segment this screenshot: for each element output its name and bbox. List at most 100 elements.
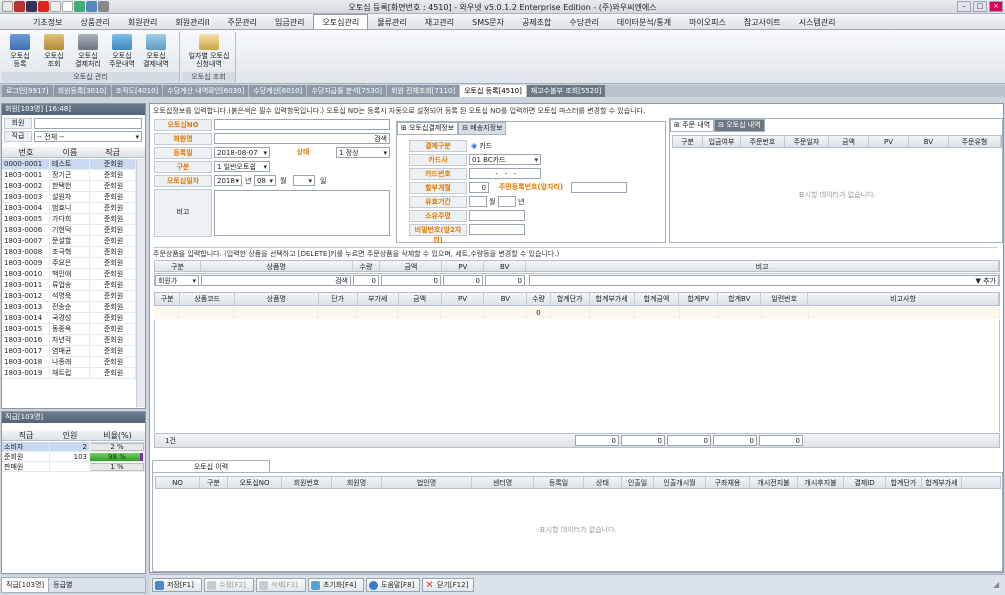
owner-input[interactable] — [469, 210, 525, 221]
history-col-header[interactable]: 개시후지불 — [798, 477, 844, 488]
history-col-header[interactable]: 인출개시월 — [654, 477, 706, 488]
member-search-button[interactable]: 검색 — [374, 135, 387, 143]
history-col-header[interactable]: 회원번호 — [282, 477, 332, 488]
member-row[interactable]: 1803-0012 석명욱 준회원 — [2, 291, 136, 302]
price-type-select[interactable]: 회원가 — [155, 275, 199, 286]
valid-month-input[interactable] — [469, 196, 487, 207]
product-col-header[interactable]: 상품명 — [235, 293, 319, 305]
menu-item[interactable]: 수당관리 — [560, 14, 607, 29]
rank-filter-select[interactable]: -- 전체 -- — [34, 131, 142, 142]
product-col-header[interactable]: 일련번호 — [761, 293, 809, 305]
document-tab[interactable]: 수당계산[6010] — [249, 85, 307, 97]
order-col-header[interactable]: 금액 — [829, 136, 869, 147]
member-row[interactable]: 1803-0014 국경성 준회원 — [2, 313, 136, 324]
product-grid-row[interactable]: 0 — [154, 307, 1000, 319]
member-row[interactable]: 1803-0011 류업송 준회원 — [2, 280, 136, 291]
maximize-icon[interactable]: □ — [973, 1, 987, 12]
tab-autoship-list[interactable]: ⊟ 오토십 내역 — [714, 119, 765, 132]
history-col-header[interactable]: NO — [156, 477, 200, 488]
autoship-register-button[interactable]: 오토십 등록 — [4, 34, 36, 68]
menu-item[interactable]: 회원관리 — [119, 14, 166, 29]
member-search-input[interactable] — [34, 118, 142, 129]
member-row[interactable]: 1803-0001 정기근 준회원 — [2, 170, 136, 181]
member-row[interactable]: 1803-0017 염매균 준회원 — [2, 346, 136, 357]
product-col-header[interactable]: 합계금액 — [635, 293, 680, 305]
resident-no-input[interactable] — [571, 182, 627, 193]
product-col-header[interactable]: 부가세 — [358, 293, 399, 305]
col-number[interactable]: 번호 — [2, 147, 50, 157]
card-company-select[interactable]: 01 BC카드 — [469, 154, 541, 165]
member-row[interactable]: 1803-0004 범효니 준회원 — [2, 203, 136, 214]
member-name-input[interactable]: 검색 — [214, 133, 390, 144]
product-col-header[interactable]: 수량 — [527, 293, 551, 305]
type-select[interactable]: 1 일반오토쉽 — [214, 161, 270, 172]
menu-item[interactable]: 기초정보 — [24, 14, 71, 29]
member-row[interactable]: 1803-0013 전송순 준회원 — [2, 302, 136, 313]
status-select[interactable]: 1 정상 — [336, 147, 390, 158]
member-scrollbar[interactable] — [136, 159, 145, 407]
month-select[interactable]: 08 — [254, 175, 276, 186]
tab-rank-count[interactable]: 직급[103명] — [2, 578, 50, 592]
order-col-header[interactable]: PV — [869, 136, 909, 147]
close-icon[interactable]: × — [989, 1, 1003, 12]
member-row[interactable]: 1803-0019 채트립 준회원 — [2, 368, 136, 379]
product-col-header[interactable]: 합계BV — [718, 293, 762, 305]
menu-item[interactable]: 데이터분석/통계 — [608, 14, 680, 29]
close-button[interactable]: ✕ 닫기[F12] — [422, 578, 474, 592]
order-col-header[interactable]: 주문유형 — [949, 136, 1001, 147]
year-select[interactable]: 2018 — [214, 175, 242, 186]
installment-input[interactable]: 0 — [469, 182, 489, 193]
product-col-header[interactable]: PV — [442, 293, 485, 305]
history-col-header[interactable]: 결제ID — [844, 477, 886, 488]
bv-input[interactable]: 0 — [485, 275, 525, 286]
history-col-header[interactable]: 인출일 — [622, 477, 654, 488]
daily-autoship-button[interactable]: 일자별 오토십 신청내역 — [186, 34, 232, 68]
rank-row[interactable]: 준회원 103 98 % — [2, 452, 145, 462]
order-col-header[interactable]: 주문번호 — [741, 136, 785, 147]
document-tab[interactable]: 회원 전체조회[7110] — [386, 85, 460, 97]
menu-item[interactable]: 회원관리II — [166, 14, 218, 29]
member-row[interactable]: 1803-0015 동종옥 준회원 — [2, 324, 136, 335]
save-button[interactable]: 저장[F1] — [152, 578, 202, 592]
member-row[interactable]: 0000-0001 테스트 준회원 — [2, 159, 136, 170]
product-input-col-header[interactable]: 구분 — [155, 261, 201, 271]
product-col-header[interactable]: 단가 — [319, 293, 358, 305]
menu-item[interactable]: 재고관리 — [416, 14, 463, 29]
rank-row[interactable]: 소비자 2 2 % — [2, 442, 145, 452]
history-col-header[interactable]: 구분 — [200, 477, 228, 488]
autoship-payment-button[interactable]: 오토십 결제처리 — [72, 34, 104, 68]
member-row[interactable]: 1803-0002 한택헌 준회원 — [2, 181, 136, 192]
order-col-header[interactable]: BV — [909, 136, 949, 147]
menu-item[interactable]: 주문관리 — [219, 14, 266, 29]
tab-grade[interactable]: 등급별 — [49, 578, 76, 592]
password-input[interactable] — [469, 224, 525, 235]
document-tab[interactable]: 수당계산 내역확인[6030] — [163, 85, 249, 97]
member-row[interactable]: 1803-0010 백인애 준회원 — [2, 269, 136, 280]
delete-button[interactable]: 삭제[F3] — [256, 578, 306, 592]
product-col-header[interactable]: 합계단가 — [551, 293, 590, 305]
product-col-header[interactable]: 비고사항 — [808, 293, 999, 305]
menu-item[interactable]: 입금관리 — [266, 14, 313, 29]
history-col-header[interactable]: 등록일 — [534, 477, 584, 488]
pv-input[interactable]: 0 — [443, 275, 483, 286]
product-search-button[interactable]: 검색 — [335, 277, 348, 285]
col-name[interactable]: 이름 — [50, 147, 90, 157]
tab-order-list[interactable]: ⊞ 주문 내역 — [670, 119, 715, 132]
product-input-col-header[interactable]: 상품명 — [201, 261, 353, 271]
member-row[interactable]: 1803-0018 나종래 준회원 — [2, 357, 136, 368]
product-col-header[interactable]: 금액 — [399, 293, 442, 305]
resize-grip-icon[interactable]: ◢ — [993, 580, 1003, 590]
autoship-search-button[interactable]: 오토십 조회 — [38, 34, 70, 68]
rank-row[interactable]: 판매원 1 % — [2, 462, 145, 472]
day-select[interactable] — [293, 175, 315, 186]
history-col-header[interactable]: 개시전지불 — [750, 477, 798, 488]
edit-button[interactable]: 수정[F2] — [204, 578, 254, 592]
document-tab[interactable]: 수당지급률 분석[7530] — [307, 85, 386, 97]
product-col-header[interactable]: 구분 — [155, 293, 181, 305]
menu-item[interactable]: 상품관리 — [71, 14, 118, 29]
product-col-header[interactable]: 합계PV — [679, 293, 719, 305]
reset-button[interactable]: 초기화[F4] — [308, 578, 364, 592]
tab-delivery-info[interactable]: ⊟ 배송지정보 — [458, 122, 507, 135]
member-row[interactable]: 1803-0009 주요은 준회원 — [2, 258, 136, 269]
autoship-order-list-button[interactable]: 오토십 주문내역 — [106, 34, 138, 68]
